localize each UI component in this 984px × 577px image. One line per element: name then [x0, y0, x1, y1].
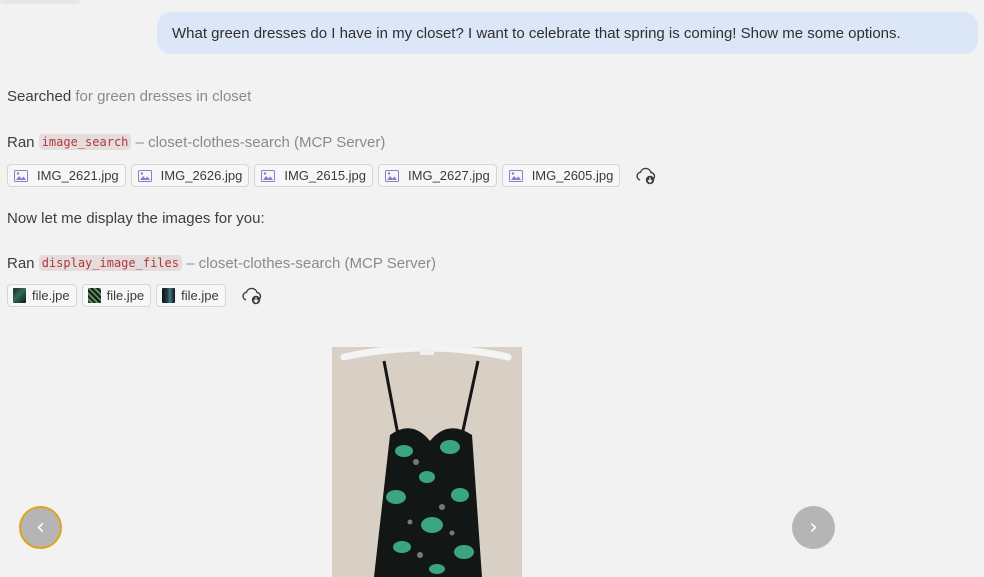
tool-call-prefix: Ran — [7, 134, 35, 151]
user-message-bubble: What green dresses do I have in my close… — [157, 12, 978, 54]
image-file-icon — [384, 169, 400, 183]
tool-name: image_search — [38, 134, 132, 150]
search-step[interactable]: Searched for green dresses in closet — [7, 88, 251, 105]
image-chip-name: file.jpe — [181, 288, 219, 303]
previous-message-edge — [0, 0, 80, 4]
image-file-icon — [508, 169, 524, 183]
file-chip-name: IMG_2615.jpg — [284, 168, 367, 183]
dress-thumbnail — [162, 288, 176, 303]
image-file-icon — [260, 169, 276, 183]
image-chip[interactable]: file.jpe — [7, 284, 77, 307]
file-chip[interactable]: IMG_2605.jpg — [501, 164, 621, 187]
tool-call-display-images[interactable]: Ran display_image_files – closet-clothes… — [7, 255, 436, 272]
file-chip-name: IMG_2627.jpg — [408, 168, 490, 183]
file-chip[interactable]: IMG_2627.jpg — [378, 164, 497, 187]
dress-thumbnail — [13, 288, 26, 303]
cloud-download-icon[interactable] — [241, 286, 263, 306]
tool-server: – closet-clothes-search (MCP Server) — [135, 134, 386, 151]
file-chip-name: IMG_2626.jpg — [160, 168, 243, 183]
image-file-icon — [13, 169, 29, 183]
assistant-text: Now let me display the images for you: — [7, 210, 265, 227]
file-chip-name: IMG_2605.jpg — [531, 168, 614, 183]
image-chip-name: file.jpe — [106, 288, 145, 303]
cloud-download-icon[interactable] — [635, 166, 657, 186]
tool-name: display_image_files — [38, 255, 182, 271]
file-chip[interactable]: IMG_2626.jpg — [130, 164, 250, 187]
file-chip-name: IMG_2621.jpg — [37, 168, 119, 183]
image-search-results: IMG_2621.jpg IMG_2626.jpg IMG_2615.jpg I… — [7, 164, 657, 187]
tool-call-prefix: Ran — [7, 255, 35, 272]
image-chip-name: file.jpe — [32, 288, 70, 303]
displayed-image-files: file.jpe file.jpe file.jpe — [7, 284, 263, 307]
image-chip[interactable]: file.jpe — [156, 284, 226, 307]
search-step-detail: for green dresses in closet — [75, 88, 252, 105]
carousel-next-button[interactable]: › — [792, 506, 835, 549]
search-step-verb: Searched — [7, 88, 72, 105]
image-file-icon — [137, 169, 153, 183]
user-message-text: What green dresses do I have in my close… — [172, 24, 901, 42]
dress-thumbnail — [87, 288, 101, 303]
tool-server: – closet-clothes-search (MCP Server) — [186, 255, 436, 272]
file-chip[interactable]: IMG_2621.jpg — [7, 164, 126, 187]
file-chip[interactable]: IMG_2615.jpg — [254, 164, 374, 187]
carousel-prev-button[interactable]: ‹ — [19, 506, 62, 549]
dress-photo — [332, 347, 522, 577]
image-chip[interactable]: file.jpe — [81, 284, 152, 307]
tool-call-image-search[interactable]: Ran image_search – closet-clothes-search… — [7, 134, 385, 151]
